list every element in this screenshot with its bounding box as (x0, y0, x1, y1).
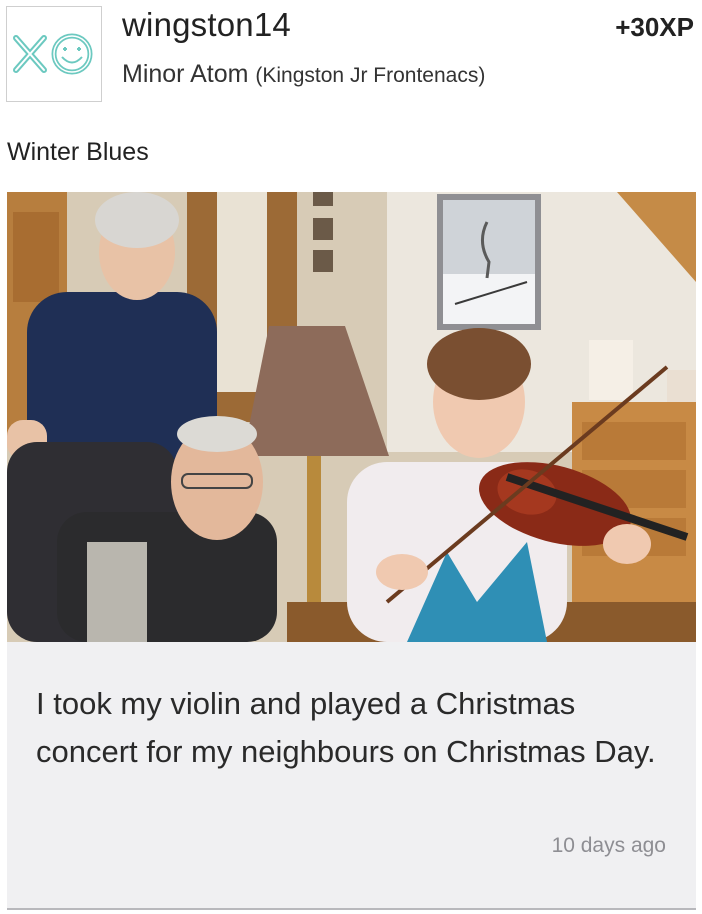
xo-smiley-avatar-icon (13, 33, 93, 75)
post-card: wingston14 Minor Atom (Kingston Jr Front… (0, 0, 702, 914)
user-rank: Minor Atom (Kingston Jr Frontenacs) (122, 60, 485, 89)
caption-box: I took my violin and played a Christmas … (7, 642, 696, 908)
post-caption: I took my violin and played a Christmas … (36, 686, 656, 769)
xp-badge: +30XP (615, 12, 694, 42)
post-title: Winter Blues (7, 138, 149, 166)
post-photo[interactable] (7, 192, 696, 642)
rank-label: Minor Atom (122, 60, 249, 88)
username[interactable]: wingston14 (122, 6, 291, 44)
post-header: wingston14 Minor Atom (Kingston Jr Front… (0, 0, 702, 110)
divider (7, 908, 696, 910)
team-label: (Kingston Jr Frontenacs) (255, 64, 486, 87)
post-timestamp: 10 days ago (551, 834, 666, 857)
user-avatar[interactable] (6, 6, 102, 102)
